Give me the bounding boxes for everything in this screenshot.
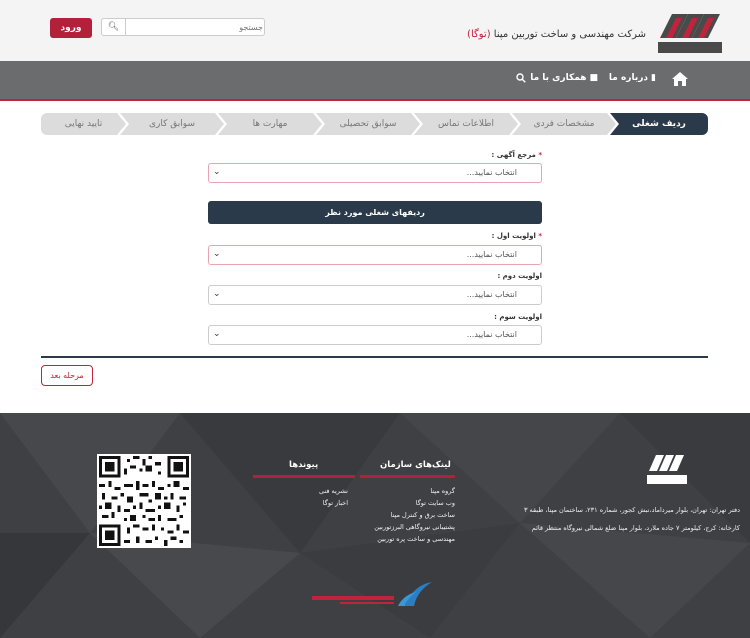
footer-partner-logo [312,582,432,606]
nav-item-about[interactable]: ▮ درباره ما [609,73,656,83]
top-bar: شرکت مهندسی و ساخت توربین مپنا (توگا) 🔍︎… [0,0,750,62]
footer: دفتر تهران: تهران، بلوار میرداماد،نبش کج… [0,413,750,638]
step-personal-info[interactable]: مشخصات فردی [512,113,616,135]
step-contact-info[interactable]: اطلاعات تماس [414,113,518,135]
footer-org-links-title: لینک‌های سازمان [380,460,451,470]
chevron-down-icon: ⌄ [213,329,221,339]
chevron-down-icon: ⌄ [213,249,221,259]
step-skills[interactable]: مهارت ها [218,113,322,135]
step-work-experience[interactable]: سوابق کاری [120,113,224,135]
priority1-label: * اولویت اول : [491,232,542,240]
priority1-select[interactable]: انتخاب نمایید... ⌄ [208,245,542,265]
footer-office-address: دفتر تهران: تهران، بلوار میرداماد،نبش کج… [523,506,740,514]
footer-logo[interactable] [647,453,687,491]
footer-link[interactable]: اخبار توگا [323,499,348,507]
footer-factory-address: کارخانه: کرج، کیلومتر ۷ جاده ملارد، بلوا… [531,524,740,532]
search-icon: 🔍︎ [107,22,120,32]
footer-org-link[interactable]: پشتیبانی نیروگاهی البرزتوربین [374,523,455,531]
step-final-confirm[interactable]: تایید نهایی [41,113,126,135]
priority3-label: اولویت سوم : [494,313,542,321]
footer-org-link[interactable]: وب سایت توگا [416,499,455,507]
footer-links-title: پیوندها [289,460,319,470]
footer-org-link[interactable]: ساخت برق و کنترل مپنا [391,511,455,519]
nav-item-careers[interactable]: ■ همکاری با ما [530,73,598,83]
footer-link[interactable]: نشریه فنی [319,487,348,495]
priority3-select[interactable]: انتخاب نمایید... ⌄ [208,325,542,345]
qr-code [97,454,191,548]
footer-links-underline [253,475,355,478]
wizard-steps: ردیف شغلی مشخصات فردی اطلاعات تماس سوابق… [41,113,708,135]
ad-source-select[interactable]: انتخاب نمایید... ⌄ [208,163,542,183]
search-button[interactable]: 🔍︎ [102,19,126,35]
ad-source-label: * مرجع آگهی : [491,151,542,159]
step-job-position[interactable]: ردیف شغلی [610,113,708,135]
footer-org-link[interactable]: مهندسی و ساخت پره توربین [377,535,455,543]
search-input[interactable] [127,19,267,35]
chevron-down-icon: ⌄ [213,167,221,177]
priority2-label: اولویت دوم : [497,272,542,280]
search-box: 🔍︎ [101,18,267,36]
priority2-select[interactable]: انتخاب نمایید... ⌄ [208,285,542,305]
form-divider [41,356,708,358]
job-positions-header: ردیفهای شغلی مورد نظر [208,201,542,224]
main-navbar: ▮ درباره ما ■ همکاری با ما [0,61,750,101]
footer-org-link[interactable]: گروه مپنا [430,487,455,495]
chevron-down-icon: ⌄ [213,289,221,299]
home-icon[interactable] [672,72,688,88]
nav-search-icon[interactable] [516,73,526,86]
login-button[interactable]: ورود [50,18,92,38]
next-step-button[interactable]: مرحله بعد [41,365,93,386]
company-logo[interactable] [656,12,724,56]
footer-org-links-underline [360,475,455,478]
handshake-icon: ■ [589,73,598,83]
document-icon: ▮ [651,73,656,83]
step-education[interactable]: سوابق تحصیلی [316,113,420,135]
company-name: شرکت مهندسی و ساخت توربین مپنا (توگا) [467,29,646,40]
